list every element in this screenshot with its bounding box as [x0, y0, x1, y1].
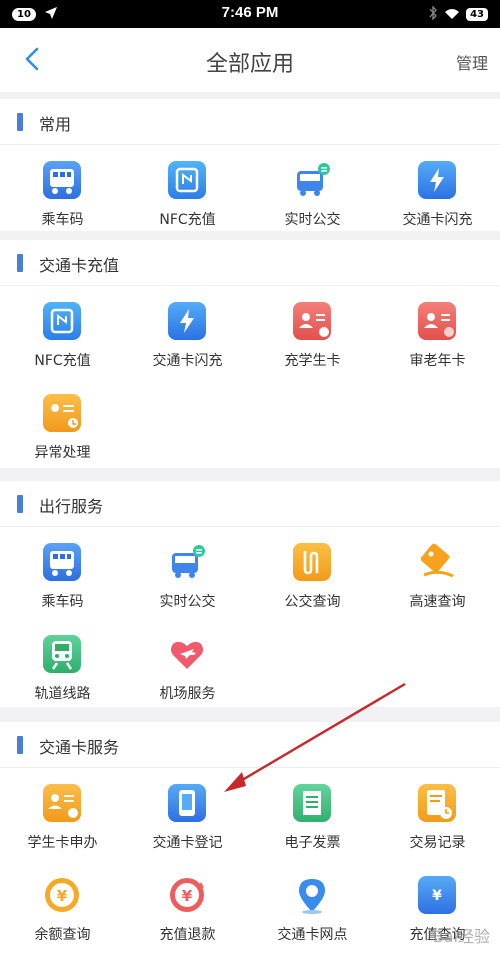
app-item[interactable]: ¥ 充值退款 [125, 866, 250, 955]
section-header: 交通卡充值 [0, 240, 500, 286]
status-bar: 10 7:46 PM 43 [0, 0, 500, 28]
section-accent-bar [17, 495, 23, 513]
app-label: 乘车码 [41, 212, 84, 228]
section-header: 出行服务 [0, 481, 500, 527]
app-item[interactable]: ¥ 余额查询 [0, 866, 125, 955]
metro-icon [43, 635, 81, 673]
app-grid: 乘车码 实时公交 公交查询 高速查询轨道线路 机场服务 [0, 527, 500, 717]
app-item[interactable]: 交通卡网点 [250, 866, 375, 955]
battery-indicator: 43 [466, 8, 488, 21]
app-label: 电子发票 [284, 835, 341, 851]
app-label: 轨道线路 [34, 686, 91, 702]
app-item[interactable]: 高速查询 [375, 533, 500, 625]
app-label: 审老年卡 [409, 353, 466, 369]
svg-text:¥: ¥ [57, 887, 68, 905]
app-label: 异常处理 [34, 445, 91, 461]
section-title: 出行服务 [39, 497, 104, 516]
bluetooth-icon [428, 5, 438, 24]
app-item[interactable]: 交易记录 [375, 774, 500, 866]
app-label: 交通卡闪充 [152, 353, 223, 369]
app-item[interactable]: 交通卡闪充 [125, 292, 250, 384]
section-accent-bar [17, 113, 23, 131]
section-card-recharge: 交通卡充值 NFC充值 交通卡闪充 充学生卡 审老年卡异常处理 [0, 240, 500, 468]
app-label: 交通卡网点 [277, 927, 348, 943]
app-label: 实时公交 [284, 212, 341, 228]
app-item[interactable]: 交通卡闪充 [375, 151, 500, 243]
app-label: NFC充值 [34, 353, 91, 369]
refund-icon: ¥ [168, 876, 206, 914]
app-item[interactable]: 轨道线路 [0, 625, 125, 717]
senior-card-icon [418, 302, 456, 340]
app-label: 乘车码 [41, 594, 84, 610]
app-grid: NFC充值 交通卡闪充 充学生卡 审老年卡异常处理 [0, 286, 500, 476]
nav-bar: 全部应用 管理 [0, 28, 500, 92]
section-frequent: 常用乘车码 NFC充值 实时公交 交通卡闪充 [0, 99, 500, 231]
section-title: 交通卡充值 [39, 256, 120, 275]
bus-qr-icon [43, 543, 81, 581]
section-header: 常用 [0, 99, 500, 145]
app-grid: 乘车码 NFC充值 实时公交 交通卡闪充 [0, 145, 500, 243]
section-travel-services: 出行服务乘车码 实时公交 公交查询 高速查询轨道线路 机场服务 [0, 481, 500, 707]
app-item[interactable]: NFC充值 [125, 151, 250, 243]
svg-text:¥: ¥ [182, 887, 193, 905]
invoice-icon [293, 784, 331, 822]
app-item[interactable]: 电子发票 [250, 774, 375, 866]
status-time: 7:46 PM [221, 4, 279, 21]
bus-query-icon [293, 543, 331, 581]
app-item[interactable]: 学生卡申办 [0, 774, 125, 866]
nfc-icon [43, 302, 81, 340]
app-label: NFC充值 [159, 212, 216, 228]
realtime-bus-icon [293, 161, 331, 199]
app-item[interactable]: 实时公交 [250, 151, 375, 243]
realtime-bus-icon [168, 543, 206, 581]
app-item[interactable]: 交通卡登记 [125, 774, 250, 866]
section-title: 交通卡服务 [39, 738, 120, 757]
section-accent-bar [17, 736, 23, 754]
manage-button[interactable]: 管理 [456, 50, 488, 74]
app-label: 公交查询 [284, 594, 341, 610]
app-item[interactable]: NFC充值 [0, 292, 125, 384]
highway-query-icon [418, 543, 456, 581]
app-label: 余额查询 [34, 927, 91, 943]
app-item[interactable]: 乘车码 [0, 533, 125, 625]
app-item[interactable]: 异常处理 [0, 384, 125, 476]
transaction-icon [418, 784, 456, 822]
student-apply-icon [43, 784, 81, 822]
app-item[interactable]: 审老年卡 [375, 292, 500, 384]
recharge-query-icon: ¥ [418, 876, 456, 914]
wifi-icon [444, 5, 460, 24]
section-header: 交通卡服务 [0, 722, 500, 768]
app-label: 充学生卡 [284, 353, 341, 369]
location-icon [293, 876, 331, 914]
app-grid: 学生卡申办 交通卡登记 电子发票 交易记录 ¥ 余额查询 ¥ 充值退款 交通卡网点 ¥ 充值查询 [0, 768, 500, 955]
section-card-services: 交通卡服务 学生卡申办 交通卡登记 电子发票 交易记录 ¥ 余额查询 ¥ 充值退款 交通卡网点 ¥ 充… [0, 722, 500, 955]
app-label: 实时公交 [159, 594, 216, 610]
bus-qr-icon [43, 161, 81, 199]
app-label: 充值退款 [159, 927, 216, 943]
balance-icon: ¥ [43, 876, 81, 914]
app-item[interactable]: 机场服务 [125, 625, 250, 717]
card-register-icon [168, 784, 206, 822]
airport-icon [168, 635, 206, 673]
student-card-icon [293, 302, 331, 340]
app-label: 学生卡申办 [27, 835, 98, 851]
app-label: 交通卡闪充 [402, 212, 473, 228]
app-label: 交易记录 [409, 835, 466, 851]
section-accent-bar [17, 254, 23, 272]
app-label: 机场服务 [159, 686, 216, 702]
page-title: 全部应用 [205, 52, 294, 77]
app-item[interactable]: 乘车码 [0, 151, 125, 243]
flash-charge-icon [168, 302, 206, 340]
app-item[interactable]: 实时公交 [125, 533, 250, 625]
app-label: 高速查询 [409, 594, 466, 610]
app-label: 交通卡登记 [152, 835, 223, 851]
svg-text:¥: ¥ [432, 888, 442, 904]
app-item[interactable]: 公交查询 [250, 533, 375, 625]
exception-icon [43, 394, 81, 432]
watermark: Bai经验 [432, 927, 490, 946]
nfc-icon [168, 161, 206, 199]
section-title: 常用 [39, 115, 72, 134]
app-item[interactable]: 充学生卡 [250, 292, 375, 384]
flash-charge-icon [418, 161, 456, 199]
